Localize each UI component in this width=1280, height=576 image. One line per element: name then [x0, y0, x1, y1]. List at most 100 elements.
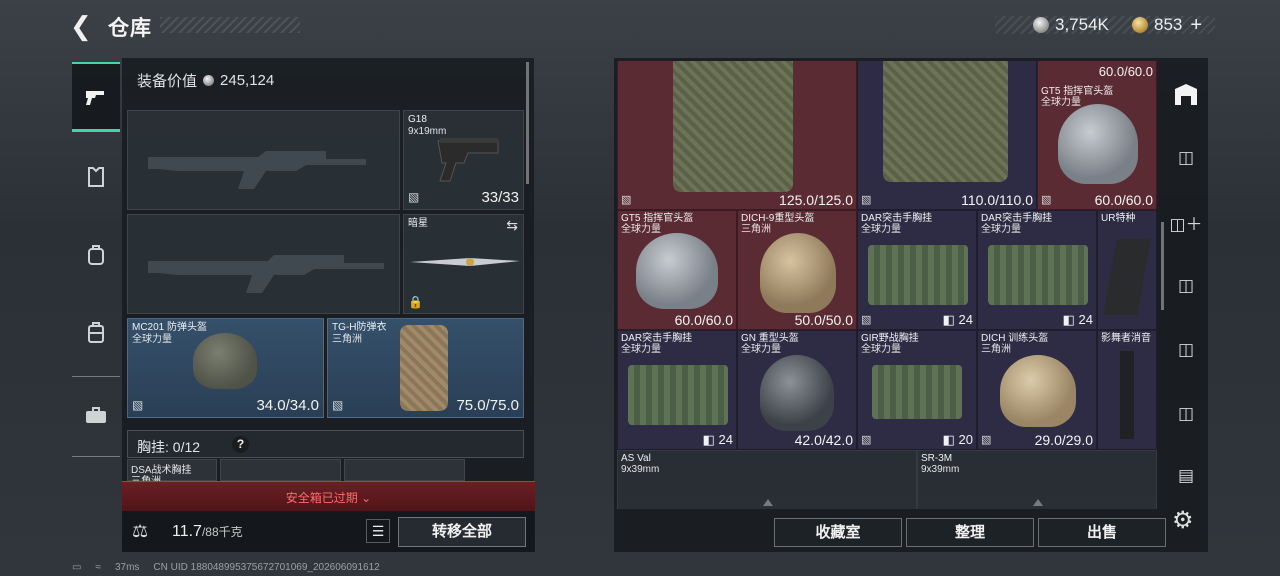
no-insure-icon: ▧ — [132, 398, 144, 412]
nav-armor[interactable] — [72, 142, 120, 212]
grid-item[interactable]: DAR突击手胸挂 全球力量 ◧ 24 — [617, 330, 737, 450]
nav-divider — [72, 456, 120, 457]
armor-image — [400, 325, 448, 411]
armor-durability: 75.0/75.0 — [456, 397, 519, 414]
nav-container[interactable] — [72, 298, 120, 368]
storage-box-icon: ◫ — [1177, 340, 1195, 359]
wifi-icon: ≈ — [95, 562, 101, 573]
expand-up-icon[interactable] — [1033, 499, 1043, 506]
item-origin: 全球力量 — [981, 224, 1021, 235]
no-insure-icon: ▧ — [621, 194, 632, 206]
chest-rig-count: 0/12 — [172, 439, 201, 455]
help-icon[interactable]: ? — [232, 436, 249, 453]
sell-button[interactable]: 出售 — [1038, 518, 1166, 547]
primary-weapon-slot[interactable] — [127, 110, 400, 210]
armor-slot[interactable]: TG-H防弹衣 三角洲 ▧ 75.0/75.0 — [327, 318, 524, 418]
helmet-image — [1058, 104, 1138, 184]
list-view-button[interactable]: ☰ — [366, 519, 390, 543]
grid-item[interactable]: UR特种 — [1097, 210, 1157, 330]
helmet-image — [193, 333, 257, 389]
nav-backpack[interactable] — [72, 220, 120, 290]
settings-gear-icon[interactable]: ⚙ — [1172, 506, 1194, 535]
grid-item[interactable]: DAR突击手胸挂 全球力量 ◧ 24 — [977, 210, 1097, 330]
helmet-image — [760, 355, 834, 431]
battery-icon: ▭ — [72, 562, 82, 573]
helmet-durability: 34.0/34.0 — [256, 397, 319, 414]
rig-slot[interactable] — [220, 459, 341, 481]
nav-briefcase[interactable] — [72, 380, 120, 450]
grid-item[interactable]: DICH 训练头盔 三角洲 ▧ 29.0/29.0 — [977, 330, 1097, 450]
sort-button[interactable]: 整理 — [906, 518, 1034, 547]
storage-box-icon: ◫ — [1177, 276, 1195, 295]
armor-origin: 三角洲 — [332, 334, 362, 345]
no-insure-icon: ▧ — [861, 434, 872, 446]
max-weight: /88千克 — [201, 525, 243, 539]
chest-rig-image — [988, 245, 1088, 305]
item-origin: 全球力量 — [741, 344, 781, 355]
item-capacity: ◧ 24 — [702, 432, 733, 447]
uid-text: CN UID 188048995375672701069_20260609161… — [153, 562, 380, 573]
rifle-silhouette-icon — [148, 151, 366, 189]
item-durability: 60.0/60.0 — [1098, 64, 1153, 79]
back-button[interactable]: ❮ — [70, 12, 96, 40]
item-name: DICH-9重型头盔 — [741, 213, 815, 224]
storage-tab-extra[interactable]: ▤ — [1168, 458, 1204, 494]
left-scrollbar[interactable] — [526, 62, 529, 184]
item-name: 影舞者消音 — [1101, 333, 1151, 344]
grid-item[interactable]: DAR突击手胸挂 全球力量 ▧ ◧ 24 — [857, 210, 977, 330]
item-ammo: 9x39mm — [921, 464, 960, 475]
helmet-slot[interactable]: MC201 防弹头盔 全球力量 ▧ 34.0/34.0 — [127, 318, 324, 418]
chest-rig-label: 胸挂: 0/12 — [137, 439, 201, 455]
expand-up-icon[interactable] — [763, 499, 773, 506]
add-storage-tab[interactable]: ◫＋ — [1168, 204, 1204, 240]
item-name: GN 重型头盔 — [741, 333, 799, 344]
grid-item[interactable]: GT5 指挥官头盔 全球力量 60.0/60.0 — [617, 210, 737, 330]
knife-icon — [410, 258, 520, 266]
rig-slot[interactable] — [344, 459, 465, 481]
grid-item[interactable]: 60.0/60.0 GT5 指挥官头盔 全球力量 ▧ 60.0/60.0 — [1037, 61, 1157, 210]
storage-tab-4b[interactable]: ◫ — [1168, 396, 1204, 432]
back-arrow-icon: ❮ — [70, 11, 92, 41]
no-insure-icon: ▧ — [408, 190, 420, 204]
warehouse-tab[interactable] — [1168, 77, 1204, 113]
storage-tab-4[interactable]: ◫ — [1168, 332, 1204, 368]
storage-tab-5[interactable]: ◫ — [1168, 268, 1204, 304]
grid-item[interactable]: DICH-9重型头盔 三角洲 50.0/50.0 — [737, 210, 857, 330]
item-durability: 50.0/50.0 — [794, 312, 853, 328]
chest-rig-image — [872, 365, 962, 419]
transfer-all-button[interactable]: 转移全部 — [398, 517, 526, 547]
melee-slot[interactable]: 暗星 ⇆ 🔒 — [403, 214, 524, 314]
safebox-expired-banner[interactable]: 安全箱已过期 ⌄ — [122, 481, 535, 511]
helmet-name: MC201 防弹头盔 — [132, 322, 208, 333]
nav-divider — [72, 376, 120, 377]
helmet-image — [760, 233, 836, 313]
chest-rig-bar: 胸挂: 0/12 ? — [127, 430, 524, 458]
secondary-weapon-slot[interactable] — [127, 214, 400, 314]
grid-item[interactable]: GIR野战胸挂 全球力量 ▧ ◧ 20 — [857, 330, 977, 450]
storage-box-icon: ◫ — [1177, 404, 1195, 423]
collection-room-button[interactable]: 收藏室 — [774, 518, 902, 547]
equipment-value-amount: 245,124 — [220, 72, 275, 89]
grid-item[interactable]: ▧ 125.0/125.0 — [617, 61, 857, 210]
rig-slot[interactable]: DSA战术胸挂 三角洲 — [127, 459, 217, 487]
grid-item[interactable]: GN 重型头盔 全球力量 42.0/42.0 — [737, 330, 857, 450]
grid-item[interactable]: ▧ 110.0/110.0 — [857, 61, 1037, 210]
current-weight: 11.7 — [172, 523, 202, 540]
item-name: DAR突击手胸挂 — [981, 213, 1053, 224]
helmet-image — [1000, 355, 1076, 427]
item-durability: 60.0/60.0 — [1094, 192, 1153, 208]
storage-tab-3[interactable]: ◫ — [1168, 140, 1204, 176]
gold-currency[interactable]: 853 + — [1132, 14, 1202, 36]
no-insure-icon: ▧ — [861, 194, 872, 206]
equipment-value: 装备价值 245,124 — [137, 70, 274, 91]
grid-scrollbar[interactable] — [1161, 222, 1164, 310]
add-currency-icon[interactable]: + — [1190, 14, 1202, 37]
inventory-bottom-bar: ⚖ 11.7/88千克 ☰ 转移全部 — [122, 511, 535, 552]
ping-value: 37ms — [114, 562, 140, 573]
grid-item[interactable]: 影舞者消音 — [1097, 330, 1157, 450]
chest-rig-image — [628, 365, 728, 425]
nav-weapons[interactable] — [72, 62, 120, 132]
pistol-slot[interactable]: G18 9x19mm ▧ 33/33 — [403, 110, 524, 210]
swap-icon[interactable]: ⇆ — [506, 217, 518, 234]
warehouse-icon — [1175, 84, 1197, 105]
